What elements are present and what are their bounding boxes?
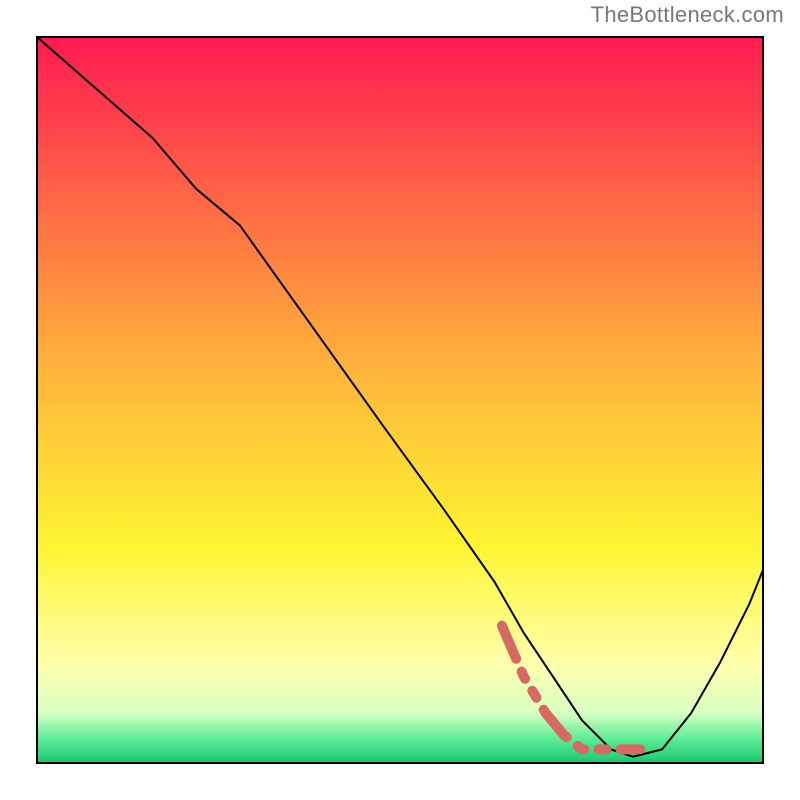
- chart-frame: TheBottleneck.com: [0, 0, 800, 800]
- chart-svg: [36, 36, 764, 764]
- gradient-background: [36, 36, 764, 764]
- watermark-label: TheBottleneck.com: [591, 2, 784, 28]
- plot-area: [36, 36, 764, 764]
